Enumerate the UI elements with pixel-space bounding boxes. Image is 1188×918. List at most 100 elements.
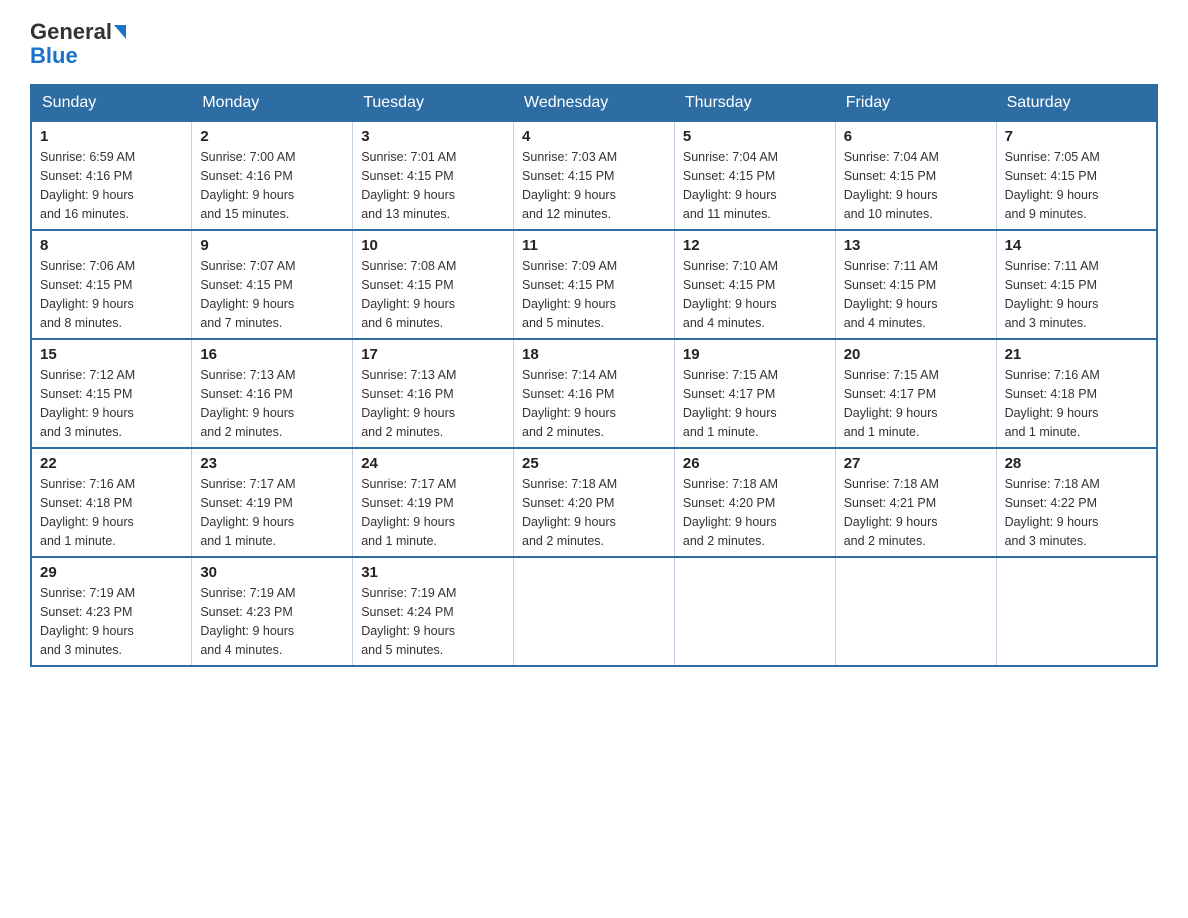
day-info: Sunrise: 7:15 AM Sunset: 4:17 PM Dayligh… bbox=[844, 366, 988, 441]
calendar-cell: 14 Sunrise: 7:11 AM Sunset: 4:15 PM Dayl… bbox=[996, 230, 1157, 339]
calendar-cell bbox=[514, 557, 675, 666]
calendar-week-1: 1 Sunrise: 6:59 AM Sunset: 4:16 PM Dayli… bbox=[31, 121, 1157, 230]
day-number: 11 bbox=[522, 237, 666, 254]
day-number: 10 bbox=[361, 237, 505, 254]
day-info: Sunrise: 7:08 AM Sunset: 4:15 PM Dayligh… bbox=[361, 257, 505, 332]
calendar-cell: 4 Sunrise: 7:03 AM Sunset: 4:15 PM Dayli… bbox=[514, 121, 675, 230]
day-number: 19 bbox=[683, 346, 827, 363]
calendar-cell: 26 Sunrise: 7:18 AM Sunset: 4:20 PM Dayl… bbox=[674, 448, 835, 557]
day-info: Sunrise: 7:11 AM Sunset: 4:15 PM Dayligh… bbox=[844, 257, 988, 332]
logo-text-general: General bbox=[30, 20, 112, 44]
calendar-week-2: 8 Sunrise: 7:06 AM Sunset: 4:15 PM Dayli… bbox=[31, 230, 1157, 339]
calendar-cell: 30 Sunrise: 7:19 AM Sunset: 4:23 PM Dayl… bbox=[192, 557, 353, 666]
day-number: 26 bbox=[683, 455, 827, 472]
day-info: Sunrise: 7:16 AM Sunset: 4:18 PM Dayligh… bbox=[1005, 366, 1148, 441]
day-info: Sunrise: 7:05 AM Sunset: 4:15 PM Dayligh… bbox=[1005, 148, 1148, 223]
calendar-cell: 25 Sunrise: 7:18 AM Sunset: 4:20 PM Dayl… bbox=[514, 448, 675, 557]
calendar-cell: 18 Sunrise: 7:14 AM Sunset: 4:16 PM Dayl… bbox=[514, 339, 675, 448]
day-number: 13 bbox=[844, 237, 988, 254]
calendar-week-4: 22 Sunrise: 7:16 AM Sunset: 4:18 PM Dayl… bbox=[31, 448, 1157, 557]
calendar-cell bbox=[674, 557, 835, 666]
calendar-cell: 6 Sunrise: 7:04 AM Sunset: 4:15 PM Dayli… bbox=[835, 121, 996, 230]
calendar-cell bbox=[996, 557, 1157, 666]
weekday-header-sunday: Sunday bbox=[31, 85, 192, 121]
day-number: 29 bbox=[40, 564, 183, 581]
day-info: Sunrise: 7:07 AM Sunset: 4:15 PM Dayligh… bbox=[200, 257, 344, 332]
day-number: 14 bbox=[1005, 237, 1148, 254]
calendar-cell: 2 Sunrise: 7:00 AM Sunset: 4:16 PM Dayli… bbox=[192, 121, 353, 230]
calendar-cell: 1 Sunrise: 6:59 AM Sunset: 4:16 PM Dayli… bbox=[31, 121, 192, 230]
day-info: Sunrise: 7:18 AM Sunset: 4:20 PM Dayligh… bbox=[683, 475, 827, 550]
day-number: 5 bbox=[683, 128, 827, 145]
calendar-cell: 28 Sunrise: 7:18 AM Sunset: 4:22 PM Dayl… bbox=[996, 448, 1157, 557]
day-number: 28 bbox=[1005, 455, 1148, 472]
day-info: Sunrise: 7:14 AM Sunset: 4:16 PM Dayligh… bbox=[522, 366, 666, 441]
day-info: Sunrise: 7:15 AM Sunset: 4:17 PM Dayligh… bbox=[683, 366, 827, 441]
weekday-header-row: SundayMondayTuesdayWednesdayThursdayFrid… bbox=[31, 85, 1157, 121]
calendar-cell: 8 Sunrise: 7:06 AM Sunset: 4:15 PM Dayli… bbox=[31, 230, 192, 339]
weekday-header-monday: Monday bbox=[192, 85, 353, 121]
calendar-cell: 7 Sunrise: 7:05 AM Sunset: 4:15 PM Dayli… bbox=[996, 121, 1157, 230]
day-number: 22 bbox=[40, 455, 183, 472]
calendar-cell bbox=[835, 557, 996, 666]
day-number: 8 bbox=[40, 237, 183, 254]
day-info: Sunrise: 7:12 AM Sunset: 4:15 PM Dayligh… bbox=[40, 366, 183, 441]
day-number: 17 bbox=[361, 346, 505, 363]
day-info: Sunrise: 6:59 AM Sunset: 4:16 PM Dayligh… bbox=[40, 148, 183, 223]
weekday-header-tuesday: Tuesday bbox=[353, 85, 514, 121]
calendar-cell: 5 Sunrise: 7:04 AM Sunset: 4:15 PM Dayli… bbox=[674, 121, 835, 230]
calendar-cell: 15 Sunrise: 7:12 AM Sunset: 4:15 PM Dayl… bbox=[31, 339, 192, 448]
day-info: Sunrise: 7:04 AM Sunset: 4:15 PM Dayligh… bbox=[683, 148, 827, 223]
day-info: Sunrise: 7:18 AM Sunset: 4:22 PM Dayligh… bbox=[1005, 475, 1148, 550]
day-number: 4 bbox=[522, 128, 666, 145]
calendar-week-3: 15 Sunrise: 7:12 AM Sunset: 4:15 PM Dayl… bbox=[31, 339, 1157, 448]
day-info: Sunrise: 7:16 AM Sunset: 4:18 PM Dayligh… bbox=[40, 475, 183, 550]
calendar-cell: 29 Sunrise: 7:19 AM Sunset: 4:23 PM Dayl… bbox=[31, 557, 192, 666]
day-info: Sunrise: 7:10 AM Sunset: 4:15 PM Dayligh… bbox=[683, 257, 827, 332]
day-info: Sunrise: 7:03 AM Sunset: 4:15 PM Dayligh… bbox=[522, 148, 666, 223]
day-number: 12 bbox=[683, 237, 827, 254]
day-info: Sunrise: 7:11 AM Sunset: 4:15 PM Dayligh… bbox=[1005, 257, 1148, 332]
day-number: 3 bbox=[361, 128, 505, 145]
weekday-header-thursday: Thursday bbox=[674, 85, 835, 121]
day-number: 20 bbox=[844, 346, 988, 363]
day-number: 30 bbox=[200, 564, 344, 581]
calendar-cell: 21 Sunrise: 7:16 AM Sunset: 4:18 PM Dayl… bbox=[996, 339, 1157, 448]
calendar-cell: 13 Sunrise: 7:11 AM Sunset: 4:15 PM Dayl… bbox=[835, 230, 996, 339]
calendar-cell: 12 Sunrise: 7:10 AM Sunset: 4:15 PM Dayl… bbox=[674, 230, 835, 339]
calendar-cell: 11 Sunrise: 7:09 AM Sunset: 4:15 PM Dayl… bbox=[514, 230, 675, 339]
calendar-cell: 19 Sunrise: 7:15 AM Sunset: 4:17 PM Dayl… bbox=[674, 339, 835, 448]
day-number: 15 bbox=[40, 346, 183, 363]
calendar-cell: 31 Sunrise: 7:19 AM Sunset: 4:24 PM Dayl… bbox=[353, 557, 514, 666]
day-info: Sunrise: 7:19 AM Sunset: 4:24 PM Dayligh… bbox=[361, 584, 505, 659]
day-number: 31 bbox=[361, 564, 505, 581]
day-number: 21 bbox=[1005, 346, 1148, 363]
weekday-header-wednesday: Wednesday bbox=[514, 85, 675, 121]
day-info: Sunrise: 7:19 AM Sunset: 4:23 PM Dayligh… bbox=[200, 584, 344, 659]
calendar-cell: 27 Sunrise: 7:18 AM Sunset: 4:21 PM Dayl… bbox=[835, 448, 996, 557]
day-number: 7 bbox=[1005, 128, 1148, 145]
day-number: 1 bbox=[40, 128, 183, 145]
logo-arrow-icon bbox=[114, 25, 126, 39]
day-number: 2 bbox=[200, 128, 344, 145]
day-number: 9 bbox=[200, 237, 344, 254]
weekday-header-saturday: Saturday bbox=[996, 85, 1157, 121]
day-number: 23 bbox=[200, 455, 344, 472]
day-number: 27 bbox=[844, 455, 988, 472]
day-info: Sunrise: 7:04 AM Sunset: 4:15 PM Dayligh… bbox=[844, 148, 988, 223]
calendar-cell: 24 Sunrise: 7:17 AM Sunset: 4:19 PM Dayl… bbox=[353, 448, 514, 557]
day-number: 16 bbox=[200, 346, 344, 363]
day-number: 18 bbox=[522, 346, 666, 363]
day-info: Sunrise: 7:17 AM Sunset: 4:19 PM Dayligh… bbox=[361, 475, 505, 550]
day-number: 6 bbox=[844, 128, 988, 145]
day-info: Sunrise: 7:19 AM Sunset: 4:23 PM Dayligh… bbox=[40, 584, 183, 659]
calendar-table: SundayMondayTuesdayWednesdayThursdayFrid… bbox=[30, 84, 1158, 667]
calendar-cell: 17 Sunrise: 7:13 AM Sunset: 4:16 PM Dayl… bbox=[353, 339, 514, 448]
day-info: Sunrise: 7:18 AM Sunset: 4:20 PM Dayligh… bbox=[522, 475, 666, 550]
day-info: Sunrise: 7:17 AM Sunset: 4:19 PM Dayligh… bbox=[200, 475, 344, 550]
day-info: Sunrise: 7:00 AM Sunset: 4:16 PM Dayligh… bbox=[200, 148, 344, 223]
calendar-cell: 22 Sunrise: 7:16 AM Sunset: 4:18 PM Dayl… bbox=[31, 448, 192, 557]
day-number: 25 bbox=[522, 455, 666, 472]
calendar-cell: 23 Sunrise: 7:17 AM Sunset: 4:19 PM Dayl… bbox=[192, 448, 353, 557]
page-header: General Blue bbox=[30, 20, 1158, 68]
